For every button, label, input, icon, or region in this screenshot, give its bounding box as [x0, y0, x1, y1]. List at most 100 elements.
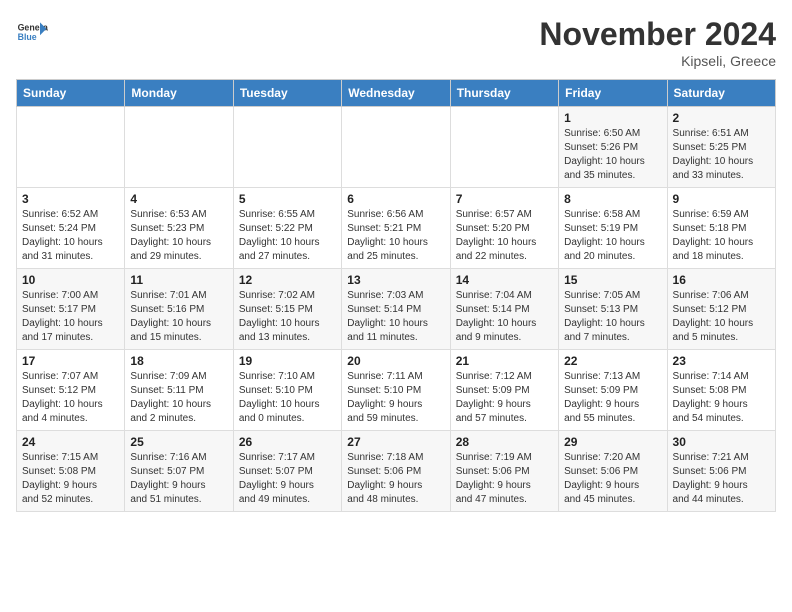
calendar-cell — [17, 107, 125, 188]
day-number: 9 — [673, 192, 770, 206]
day-info: Sunrise: 7:04 AM Sunset: 5:14 PM Dayligh… — [456, 289, 553, 345]
week-row-4: 17 Sunrise: 7:07 AM Sunset: 5:12 PM Dayli… — [17, 350, 776, 431]
calendar-cell: 15 Sunrise: 7:05 AM Sunset: 5:13 PM Dayli… — [559, 269, 667, 350]
day-info: Sunrise: 7:21 AM Sunset: 5:06 PM Dayligh… — [673, 451, 770, 507]
day-info: Sunrise: 6:51 AM Sunset: 5:25 PM Dayligh… — [673, 127, 770, 183]
day-number: 25 — [130, 435, 227, 449]
day-number: 13 — [347, 273, 444, 287]
weekday-header-sunday: Sunday — [17, 80, 125, 107]
day-number: 12 — [239, 273, 336, 287]
day-number: 24 — [22, 435, 119, 449]
calendar-cell: 29 Sunrise: 7:20 AM Sunset: 5:06 PM Dayli… — [559, 431, 667, 512]
day-info: Sunrise: 7:15 AM Sunset: 5:08 PM Dayligh… — [22, 451, 119, 507]
day-info: Sunrise: 7:02 AM Sunset: 5:15 PM Dayligh… — [239, 289, 336, 345]
day-number: 20 — [347, 354, 444, 368]
weekday-header-thursday: Thursday — [450, 80, 558, 107]
day-info: Sunrise: 7:11 AM Sunset: 5:10 PM Dayligh… — [347, 370, 444, 426]
day-number: 6 — [347, 192, 444, 206]
day-number: 18 — [130, 354, 227, 368]
weekday-header-row: SundayMondayTuesdayWednesdayThursdayFrid… — [17, 80, 776, 107]
day-number: 30 — [673, 435, 770, 449]
day-number: 8 — [564, 192, 661, 206]
calendar-cell: 25 Sunrise: 7:16 AM Sunset: 5:07 PM Dayli… — [125, 431, 233, 512]
day-number: 11 — [130, 273, 227, 287]
day-number: 21 — [456, 354, 553, 368]
day-info: Sunrise: 7:06 AM Sunset: 5:12 PM Dayligh… — [673, 289, 770, 345]
day-info: Sunrise: 6:59 AM Sunset: 5:18 PM Dayligh… — [673, 208, 770, 264]
day-info: Sunrise: 6:56 AM Sunset: 5:21 PM Dayligh… — [347, 208, 444, 264]
day-info: Sunrise: 7:10 AM Sunset: 5:10 PM Dayligh… — [239, 370, 336, 426]
calendar-cell: 7Sunrise: 6:57 AM Sunset: 5:20 PM Daylig… — [450, 188, 558, 269]
calendar-cell: 24 Sunrise: 7:15 AM Sunset: 5:08 PM Dayli… — [17, 431, 125, 512]
calendar-cell: 26Sunrise: 7:17 AM Sunset: 5:07 PM Dayli… — [233, 431, 341, 512]
weekday-header-wednesday: Wednesday — [342, 80, 450, 107]
calendar-cell: 30 Sunrise: 7:21 AM Sunset: 5:06 PM Dayli… — [667, 431, 775, 512]
calendar-cell: 1 Sunrise: 6:50 AM Sunset: 5:26 PM Daylig… — [559, 107, 667, 188]
page-header: General Blue November 2024 Kipseli, Gree… — [16, 16, 776, 69]
day-info: Sunrise: 7:16 AM Sunset: 5:07 PM Dayligh… — [130, 451, 227, 507]
calendar-cell: 6 Sunrise: 6:56 AM Sunset: 5:21 PM Daylig… — [342, 188, 450, 269]
day-info: Sunrise: 7:14 AM Sunset: 5:08 PM Dayligh… — [673, 370, 770, 426]
day-number: 17 — [22, 354, 119, 368]
day-number: 4 — [130, 192, 227, 206]
svg-text:Blue: Blue — [18, 32, 37, 42]
day-number: 15 — [564, 273, 661, 287]
day-info: Sunrise: 6:58 AM Sunset: 5:19 PM Dayligh… — [564, 208, 661, 264]
calendar-cell — [233, 107, 341, 188]
day-number: 28 — [456, 435, 553, 449]
day-info: Sunrise: 7:07 AM Sunset: 5:12 PM Dayligh… — [22, 370, 119, 426]
calendar-cell: 3Sunrise: 6:52 AM Sunset: 5:24 PM Daylig… — [17, 188, 125, 269]
calendar-cell: 4 Sunrise: 6:53 AM Sunset: 5:23 PM Daylig… — [125, 188, 233, 269]
calendar-cell — [342, 107, 450, 188]
month-title: November 2024 — [539, 16, 776, 53]
calendar-cell: 21 Sunrise: 7:12 AM Sunset: 5:09 PM Dayli… — [450, 350, 558, 431]
calendar-cell: 9 Sunrise: 6:59 AM Sunset: 5:18 PM Daylig… — [667, 188, 775, 269]
calendar-cell: 22 Sunrise: 7:13 AM Sunset: 5:09 PM Dayli… — [559, 350, 667, 431]
day-number: 16 — [673, 273, 770, 287]
calendar-cell: 13 Sunrise: 7:03 AM Sunset: 5:14 PM Dayli… — [342, 269, 450, 350]
calendar-cell: 23 Sunrise: 7:14 AM Sunset: 5:08 PM Dayli… — [667, 350, 775, 431]
calendar-cell: 27 Sunrise: 7:18 AM Sunset: 5:06 PM Dayli… — [342, 431, 450, 512]
day-info: Sunrise: 7:12 AM Sunset: 5:09 PM Dayligh… — [456, 370, 553, 426]
day-number: 10 — [22, 273, 119, 287]
day-info: Sunrise: 6:55 AM Sunset: 5:22 PM Dayligh… — [239, 208, 336, 264]
day-number: 23 — [673, 354, 770, 368]
day-info: Sunrise: 7:01 AM Sunset: 5:16 PM Dayligh… — [130, 289, 227, 345]
calendar-cell: 12 Sunrise: 7:02 AM Sunset: 5:15 PM Dayli… — [233, 269, 341, 350]
day-info: Sunrise: 7:20 AM Sunset: 5:06 PM Dayligh… — [564, 451, 661, 507]
day-number: 29 — [564, 435, 661, 449]
calendar-cell: 10 Sunrise: 7:00 AM Sunset: 5:17 PM Dayli… — [17, 269, 125, 350]
day-info: Sunrise: 6:50 AM Sunset: 5:26 PM Dayligh… — [564, 127, 661, 183]
calendar-cell: 16 Sunrise: 7:06 AM Sunset: 5:12 PM Dayli… — [667, 269, 775, 350]
day-number: 22 — [564, 354, 661, 368]
day-number: 7 — [456, 192, 553, 206]
week-row-5: 24 Sunrise: 7:15 AM Sunset: 5:08 PM Dayli… — [17, 431, 776, 512]
day-number: 27 — [347, 435, 444, 449]
title-block: November 2024 Kipseli, Greece — [539, 16, 776, 69]
logo: General Blue — [16, 16, 48, 48]
weekday-header-saturday: Saturday — [667, 80, 775, 107]
calendar-cell: 18 Sunrise: 7:09 AM Sunset: 5:11 PM Dayli… — [125, 350, 233, 431]
day-info: Sunrise: 7:18 AM Sunset: 5:06 PM Dayligh… — [347, 451, 444, 507]
weekday-header-friday: Friday — [559, 80, 667, 107]
day-number: 1 — [564, 111, 661, 125]
day-number: 5 — [239, 192, 336, 206]
calendar-cell: 14Sunrise: 7:04 AM Sunset: 5:14 PM Dayli… — [450, 269, 558, 350]
logo-icon: General Blue — [16, 16, 48, 48]
day-info: Sunrise: 6:53 AM Sunset: 5:23 PM Dayligh… — [130, 208, 227, 264]
day-info: Sunrise: 7:13 AM Sunset: 5:09 PM Dayligh… — [564, 370, 661, 426]
calendar-cell: 20 Sunrise: 7:11 AM Sunset: 5:10 PM Dayli… — [342, 350, 450, 431]
week-row-2: 3Sunrise: 6:52 AM Sunset: 5:24 PM Daylig… — [17, 188, 776, 269]
calendar-cell — [125, 107, 233, 188]
day-info: Sunrise: 7:19 AM Sunset: 5:06 PM Dayligh… — [456, 451, 553, 507]
day-info: Sunrise: 7:03 AM Sunset: 5:14 PM Dayligh… — [347, 289, 444, 345]
day-info: Sunrise: 7:05 AM Sunset: 5:13 PM Dayligh… — [564, 289, 661, 345]
calendar-cell: 2 Sunrise: 6:51 AM Sunset: 5:25 PM Daylig… — [667, 107, 775, 188]
calendar-cell: 19 Sunrise: 7:10 AM Sunset: 5:10 PM Dayli… — [233, 350, 341, 431]
day-number: 2 — [673, 111, 770, 125]
day-number: 19 — [239, 354, 336, 368]
calendar-cell: 17 Sunrise: 7:07 AM Sunset: 5:12 PM Dayli… — [17, 350, 125, 431]
day-info: Sunrise: 7:09 AM Sunset: 5:11 PM Dayligh… — [130, 370, 227, 426]
day-info: Sunrise: 7:00 AM Sunset: 5:17 PM Dayligh… — [22, 289, 119, 345]
day-number: 26 — [239, 435, 336, 449]
